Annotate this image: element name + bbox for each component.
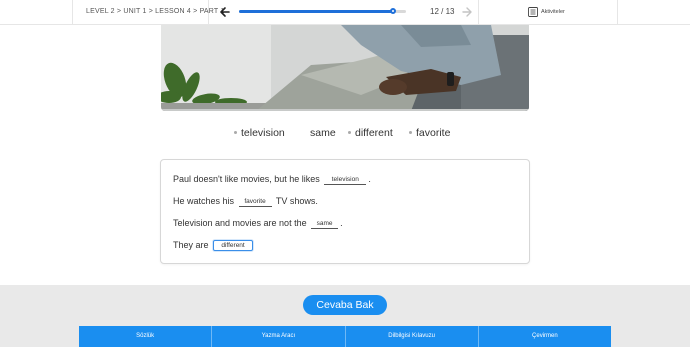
answer-blank[interactable]: television (324, 176, 367, 185)
list-icon (528, 7, 538, 17)
word-bank: television same different favorite (0, 127, 690, 141)
page-counter: 12 / 13 (430, 7, 455, 16)
progress-fill (239, 10, 393, 13)
activities-label: Aktiviteler (541, 9, 565, 15)
progress-bar (239, 8, 406, 14)
tool-writing-assistant[interactable]: Yazma Aracı (212, 326, 346, 347)
show-answer-button[interactable]: Cevaba Bak (303, 295, 387, 315)
divider (617, 0, 618, 25)
activities-button[interactable]: Aktiviteler (528, 6, 565, 18)
bullet-icon (348, 130, 351, 134)
tool-dictionary[interactable]: Sözlük (79, 326, 213, 347)
sentence-4: They are different (173, 240, 255, 251)
lesson-photo (161, 25, 529, 111)
back-arrow-icon[interactable] (219, 5, 231, 19)
divider (478, 0, 479, 25)
bullet-icon (234, 130, 237, 134)
tool-grammar-guide[interactable]: Dilbilgisi Kılavuzu (345, 326, 479, 347)
breadcrumb[interactable]: LEVEL 2 > UNIT 1 > LESSON 4 > PART 1 (86, 8, 225, 15)
forward-arrow-icon[interactable] (461, 5, 473, 19)
bullet-icon (409, 130, 412, 134)
answer-input-active[interactable]: different (213, 240, 254, 251)
word-bank-item[interactable]: television (234, 127, 285, 139)
tools-bar: Sözlük Yazma Aracı Dilbilgisi Kılavuzu Ç… (79, 326, 611, 347)
word-bank-item[interactable]: favorite (409, 127, 450, 139)
sentence-3: Television and movies are not the same. (173, 218, 343, 229)
tool-translator[interactable]: Çevirmen (478, 326, 611, 347)
answer-blank[interactable]: favorite (238, 198, 272, 207)
exercise-card: Paul doesn't like movies, but he likes t… (160, 159, 530, 264)
divider (72, 0, 73, 25)
sentence-1: Paul doesn't like movies, but he likes t… (173, 174, 371, 185)
word-bank-item[interactable]: same (310, 127, 336, 139)
answer-blank[interactable]: same (311, 220, 339, 229)
top-bar: LEVEL 2 > UNIT 1 > LESSON 4 > PART 1 12 … (0, 0, 690, 25)
progress-knob (389, 8, 396, 14)
sentence-2: He watches his favorite TV shows. (173, 196, 318, 207)
word-bank-item[interactable]: different (348, 127, 393, 139)
